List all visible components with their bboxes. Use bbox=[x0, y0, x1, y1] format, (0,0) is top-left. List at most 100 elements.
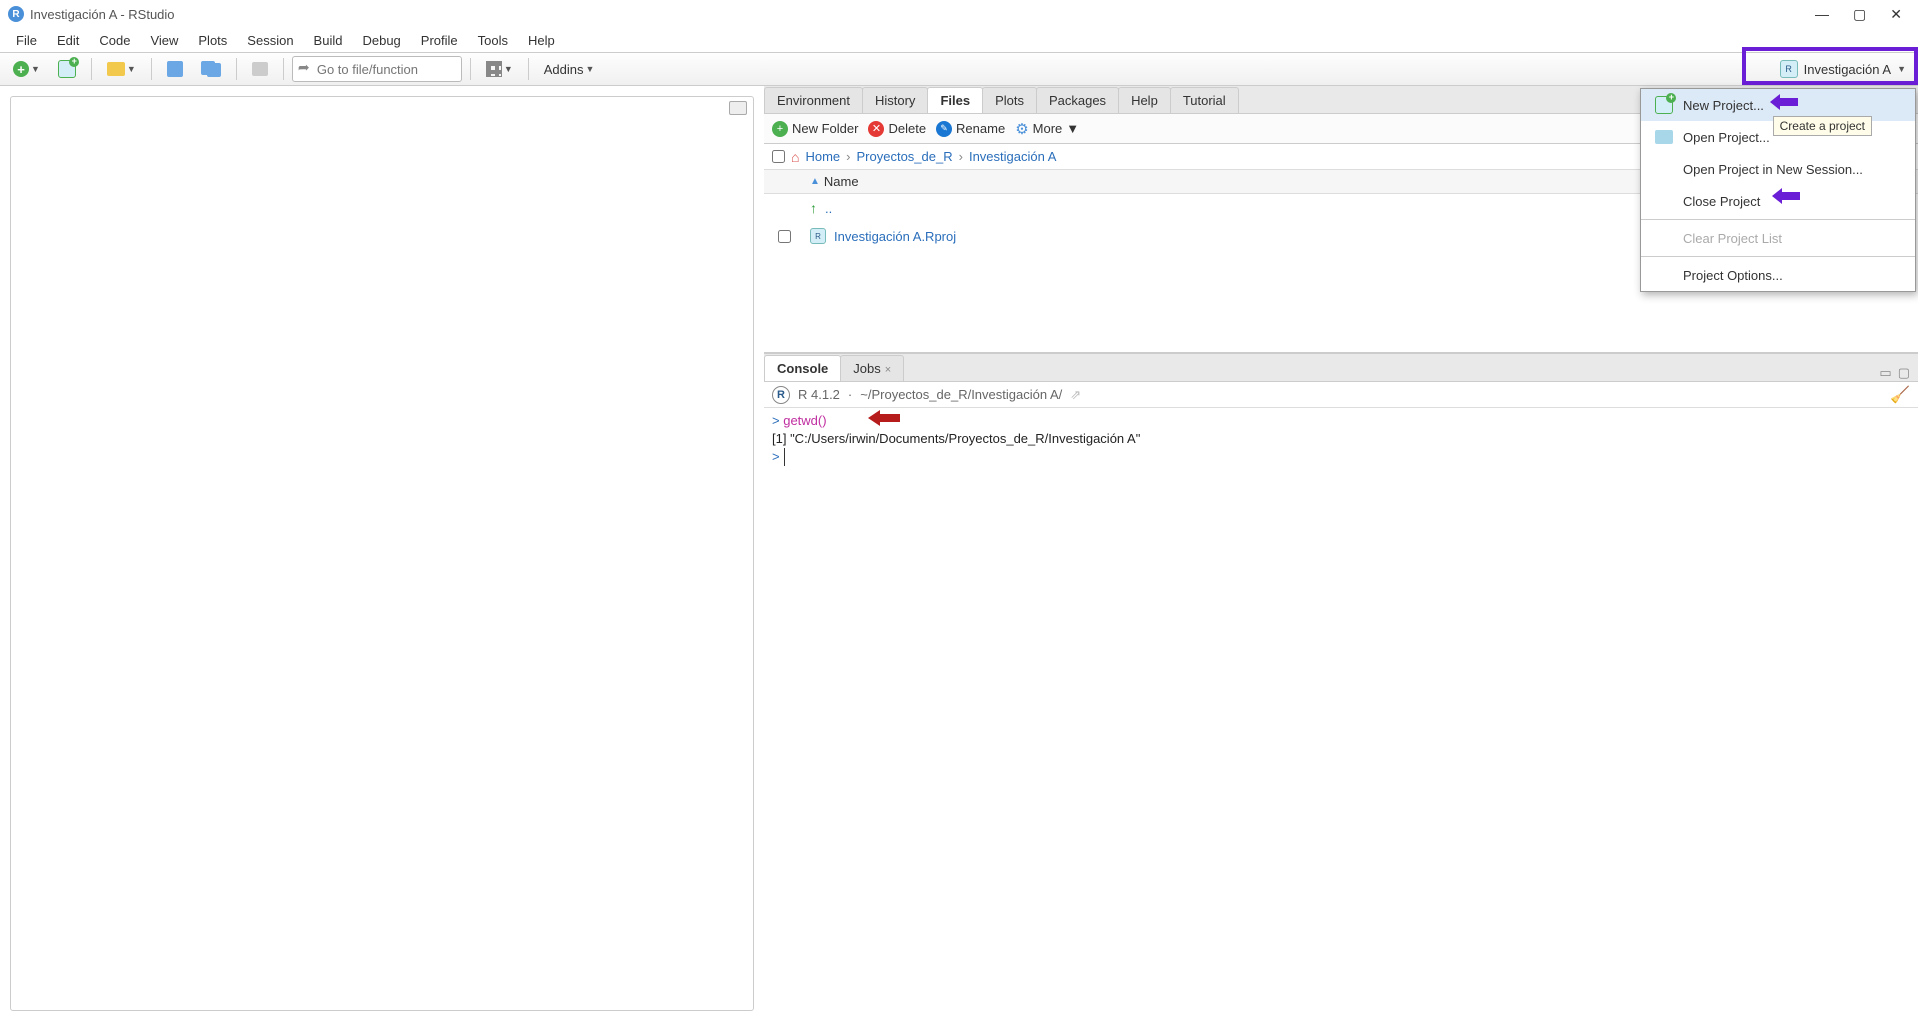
breadcrumb-home[interactable]: Home bbox=[805, 149, 840, 164]
rename-button[interactable]: ✎ Rename bbox=[936, 121, 1005, 137]
gear-icon: ⚙ bbox=[1015, 120, 1028, 138]
main-toolbar: +▼ ▼ ▼ Addins ▼ Investigación A ▼ bbox=[0, 52, 1918, 86]
goto-file-wrap bbox=[292, 56, 462, 82]
tab-history[interactable]: History bbox=[862, 87, 928, 113]
menu-tools[interactable]: Tools bbox=[468, 30, 518, 51]
menu-build[interactable]: Build bbox=[304, 30, 353, 51]
r-logo-icon: R bbox=[772, 386, 790, 404]
menu-new-project-label: New Project... bbox=[1683, 98, 1764, 113]
working-dir-path[interactable]: ~/Proyectos_de_R/Investigación A/ bbox=[860, 387, 1062, 402]
maximize-pane-icon[interactable]: ▢ bbox=[1898, 365, 1910, 381]
menu-profile[interactable]: Profile bbox=[411, 30, 468, 51]
x-icon: ✕ bbox=[868, 121, 884, 137]
console-prompt-2: > bbox=[772, 448, 780, 466]
breadcrumb-part-1[interactable]: Proyectos_de_R bbox=[857, 149, 953, 164]
console-call: getwd() bbox=[783, 413, 826, 428]
source-pane bbox=[0, 86, 760, 1017]
menu-debug[interactable]: Debug bbox=[352, 30, 410, 51]
menu-project-options-label: Project Options... bbox=[1683, 268, 1783, 283]
maximize-button[interactable]: ▢ bbox=[1853, 6, 1866, 23]
clear-console-icon[interactable]: 🧹 bbox=[1890, 385, 1910, 405]
tab-packages[interactable]: Packages bbox=[1036, 87, 1119, 113]
close-icon[interactable]: × bbox=[885, 364, 891, 376]
delete-button[interactable]: ✕ Delete bbox=[868, 121, 926, 137]
workspace-panes-button[interactable]: ▼ bbox=[479, 57, 520, 81]
annotation-arrow-purple-1 bbox=[1770, 94, 1798, 110]
new-folder-label: New Folder bbox=[792, 121, 858, 136]
console-prompt: > bbox=[772, 413, 780, 428]
chevron-down-icon: ▼ bbox=[1897, 64, 1906, 74]
file-row-checkbox[interactable] bbox=[778, 230, 791, 243]
sort-asc-icon: ▲ bbox=[810, 176, 820, 187]
new-project-icon bbox=[1655, 96, 1673, 114]
open-file-button[interactable]: ▼ bbox=[100, 58, 143, 80]
main-area: Environment History Files Plots Packages… bbox=[0, 86, 1918, 1017]
project-selector[interactable]: Investigación A ▼ bbox=[1774, 56, 1912, 82]
save-button[interactable] bbox=[160, 57, 190, 81]
rproj-icon bbox=[1780, 60, 1798, 78]
titlebar: Investigación A - RStudio — ▢ ✕ bbox=[0, 0, 1918, 28]
addins-label: Addins bbox=[544, 62, 584, 77]
menu-plots[interactable]: Plots bbox=[188, 30, 237, 51]
more-button[interactable]: ⚙ More ▼ bbox=[1015, 120, 1079, 138]
plus-icon: + bbox=[772, 121, 788, 137]
minimize-pane-icon[interactable]: ▭ bbox=[1879, 365, 1891, 381]
open-project-icon bbox=[1655, 128, 1673, 146]
console-tabbar: Console Jobs× ▭ ▢ bbox=[764, 354, 1918, 382]
tab-plots[interactable]: Plots bbox=[982, 87, 1037, 113]
go-to-dir-icon[interactable]: ⇗ bbox=[1070, 387, 1081, 403]
more-label: More bbox=[1033, 121, 1063, 136]
pane-tab-icon[interactable] bbox=[729, 101, 747, 115]
close-button[interactable]: ✕ bbox=[1890, 6, 1902, 23]
menubar: File Edit Code View Plots Session Build … bbox=[0, 28, 1918, 52]
goto-file-input[interactable] bbox=[292, 56, 462, 82]
up-arrow-icon: ↑ bbox=[810, 200, 817, 216]
new-file-button[interactable]: +▼ bbox=[6, 57, 47, 81]
console-body[interactable]: > getwd() [1] "C:/Users/irwin/Documents/… bbox=[764, 408, 1918, 1017]
delete-label: Delete bbox=[888, 121, 926, 136]
window-controls: — ▢ ✕ bbox=[1815, 6, 1910, 23]
r-version-label: R 4.1.2 bbox=[798, 387, 840, 402]
tab-help[interactable]: Help bbox=[1118, 87, 1171, 113]
menu-open-project-new-session[interactable]: Open Project in New Session... bbox=[1641, 153, 1915, 185]
home-icon[interactable]: ⌂ bbox=[791, 149, 799, 165]
tab-environment[interactable]: Environment bbox=[764, 87, 863, 113]
new-folder-button[interactable]: + New Folder bbox=[772, 121, 858, 137]
tab-files[interactable]: Files bbox=[927, 87, 983, 113]
menu-help[interactable]: Help bbox=[518, 30, 565, 51]
breadcrumb-part-2[interactable]: Investigación A bbox=[969, 149, 1056, 164]
console-pane-controls: ▭ ▢ bbox=[1879, 365, 1918, 381]
tab-jobs[interactable]: Jobs× bbox=[840, 355, 904, 381]
menu-code[interactable]: Code bbox=[89, 30, 140, 51]
minimize-button[interactable]: — bbox=[1815, 6, 1829, 23]
save-all-button[interactable] bbox=[194, 57, 228, 81]
menu-view[interactable]: View bbox=[140, 30, 188, 51]
console-info-bar: R R 4.1.2 · ~/Proyectos_de_R/Investigaci… bbox=[764, 382, 1918, 408]
tooltip-create-project: Create a project bbox=[1773, 116, 1872, 136]
print-button[interactable] bbox=[245, 58, 275, 80]
tab-tutorial[interactable]: Tutorial bbox=[1170, 87, 1239, 113]
menu-open-project-new-session-label: Open Project in New Session... bbox=[1683, 162, 1863, 177]
menu-clear-project-list-label: Clear Project List bbox=[1683, 231, 1782, 246]
new-project-button[interactable] bbox=[51, 56, 83, 82]
chevron-down-icon: ▼ bbox=[1066, 121, 1079, 136]
tab-console[interactable]: Console bbox=[764, 355, 841, 381]
menu-session[interactable]: Session bbox=[237, 30, 303, 51]
breadcrumb-sep: › bbox=[959, 149, 963, 164]
window-title: Investigación A - RStudio bbox=[30, 7, 175, 22]
rename-icon: ✎ bbox=[936, 121, 952, 137]
file-up-label[interactable]: .. bbox=[825, 201, 832, 216]
menu-edit[interactable]: Edit bbox=[47, 30, 89, 51]
console-pane: Console Jobs× ▭ ▢ R R 4.1.2 · ~/Proyecto… bbox=[764, 354, 1918, 1017]
select-all-checkbox[interactable] bbox=[772, 150, 785, 163]
menu-project-options[interactable]: Project Options... bbox=[1641, 259, 1915, 291]
menu-file[interactable]: File bbox=[6, 30, 47, 51]
file-name-link[interactable]: Investigación A.Rproj bbox=[834, 229, 956, 244]
menu-divider bbox=[1641, 219, 1915, 220]
text-cursor bbox=[784, 448, 785, 466]
console-output: [1] "C:/Users/irwin/Documents/Proyectos_… bbox=[772, 430, 1910, 448]
annotation-arrow-red bbox=[868, 410, 900, 426]
menu-clear-project-list: Clear Project List bbox=[1641, 222, 1915, 254]
project-current-label: Investigación A bbox=[1804, 62, 1891, 77]
addins-button[interactable]: Addins ▼ bbox=[537, 58, 602, 81]
